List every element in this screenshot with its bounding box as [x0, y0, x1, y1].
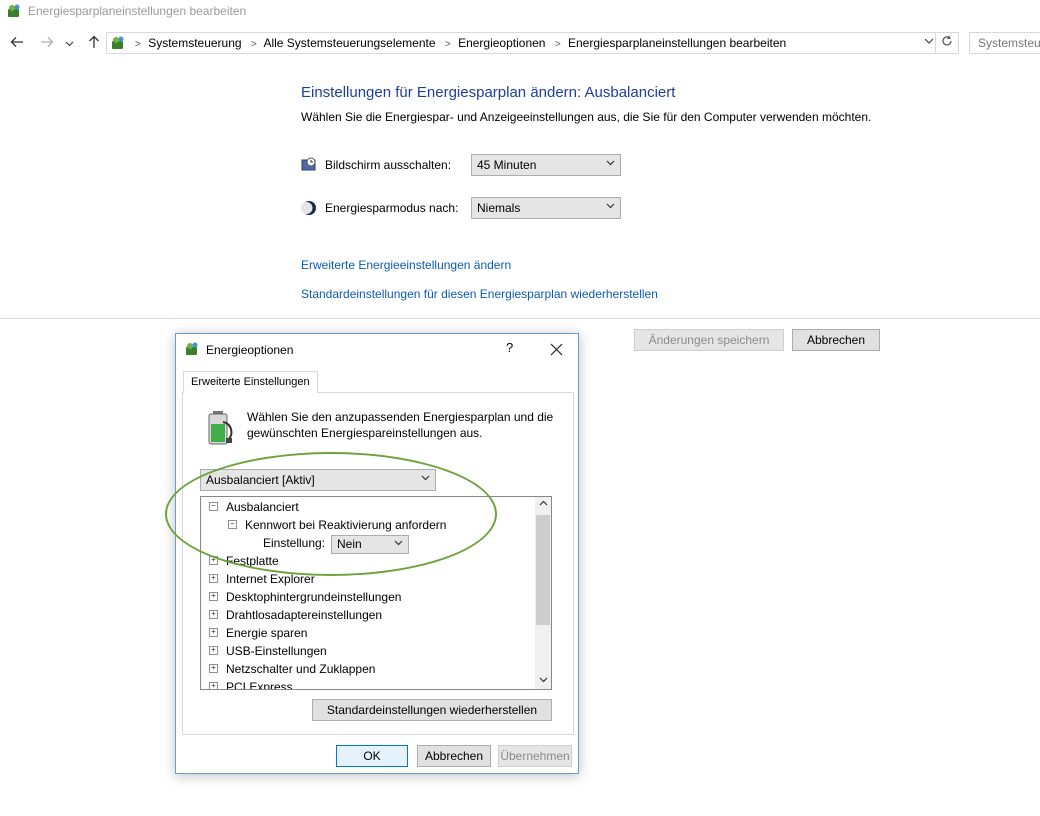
expand-icon[interactable]: + [209, 610, 218, 620]
tree-item-desktophintergrund[interactable]: + Desktophintergrundeinstellungen [209, 588, 401, 606]
divider [0, 318, 1040, 319]
tree-item-ausbalanciert[interactable]: − Ausbalanciert [209, 498, 299, 516]
apply-button[interactable]: Übernehmen [498, 745, 572, 767]
address-dropdown-button[interactable] [924, 33, 934, 53]
display-off-select[interactable]: 45 Minuten [471, 154, 621, 176]
monitor-clock-icon [301, 157, 316, 171]
tree-item-netzschalter[interactable]: + Netzschalter und Zuklappen [209, 660, 375, 678]
chevron-down-icon [421, 470, 430, 490]
arrow-up-icon [89, 35, 99, 48]
help-button[interactable]: ? [506, 340, 513, 355]
control-panel-icon [8, 4, 20, 17]
tree-item-kennwort[interactable]: − Kennwort bei Reaktivierung anfordern [228, 516, 446, 534]
breadcrumb-separator: > [135, 39, 141, 50]
tree-item-label: USB-Einstellungen [226, 644, 327, 658]
control-panel-icon [112, 36, 124, 49]
setting-value: Nein [337, 537, 362, 551]
breadcrumb-plan-bearbeiten[interactable]: Energiesparplaneinstellungen bearbeiten [568, 36, 786, 50]
setting-select[interactable]: Nein [331, 535, 409, 554]
tree-item-label: Netzschalter und Zuklappen [226, 662, 376, 676]
chevron-down-icon [65, 41, 73, 47]
tree-item-label: Ausbalanciert [226, 500, 299, 514]
chevron-down-icon [606, 198, 615, 218]
power-options-icon [186, 342, 198, 355]
breadcrumb-energieoptionen[interactable]: Energieoptionen [458, 36, 545, 50]
tree-item-festplatte[interactable]: + Festplatte [209, 552, 279, 570]
chevron-down-icon [606, 155, 615, 175]
tree-item-label: Internet Explorer [226, 572, 315, 586]
expand-icon[interactable]: + [209, 682, 218, 689]
display-off-value: 45 Minuten [477, 158, 537, 172]
tree-item-pci-express[interactable]: + PCI Express [209, 678, 293, 690]
dialog-cancel-button[interactable]: Abbrechen [417, 745, 491, 767]
close-icon [550, 343, 562, 356]
tree-item-usb[interactable]: + USB-Einstellungen [209, 642, 327, 660]
breadcrumb-separator: > [250, 39, 257, 50]
tree-item-label: Drahtlosadaptereinstellungen [226, 608, 383, 622]
breadcrumb: > Systemsteuerung > Alle Systemsteuerung… [133, 33, 790, 53]
scroll-down-button[interactable] [535, 673, 551, 689]
power-plan-value: Ausbalanciert [Aktiv] [206, 473, 315, 487]
page-title: Einstellungen für Energiesparplan ändern… [301, 84, 676, 101]
chevron-down-icon [924, 38, 934, 44]
ok-button[interactable]: OK [336, 745, 408, 767]
back-button[interactable] [8, 35, 26, 53]
sleep-select[interactable]: Niemals [471, 197, 621, 219]
display-off-label: Bildschirm ausschalten: [325, 158, 452, 172]
collapse-icon[interactable]: − [228, 520, 237, 530]
tree-item-label: Desktophintergrundeinstellungen [226, 590, 402, 604]
tree-item-label: Kennwort bei Reaktivierung anfordern [245, 518, 447, 532]
power-options-dialog: Energieoptionen ? Erweiterte Einstellung… [175, 333, 579, 774]
restore-defaults-button[interactable]: Standardeinstellungen wiederherstellen [312, 699, 552, 721]
tree-scrollbar[interactable] [535, 497, 551, 689]
breadcrumb-separator: > [444, 39, 451, 50]
expand-icon[interactable]: + [209, 592, 218, 602]
advanced-settings-link[interactable]: Erweiterte Energieeinstellungen ändern [301, 258, 511, 272]
expand-icon[interactable]: + [209, 574, 218, 584]
scroll-up-button[interactable] [535, 497, 551, 513]
save-changes-button[interactable]: Änderungen speichern [634, 329, 784, 351]
breadcrumb-separator: > [554, 39, 561, 50]
expand-icon[interactable]: + [209, 556, 218, 566]
tree-item-label: PCI Express [226, 680, 293, 690]
dialog-title: Energieoptionen [206, 343, 294, 357]
tree-item-label: Festplatte [226, 554, 279, 568]
sleep-value: Niemals [477, 201, 521, 215]
search-input[interactable]: Systemsteuerung durchsuchen [969, 32, 1040, 54]
refresh-icon [942, 35, 952, 46]
refresh-button[interactable] [935, 33, 958, 53]
chevron-down-icon [394, 536, 403, 553]
tab-advanced-settings[interactable]: Erweiterte Einstellungen [183, 371, 318, 393]
tree-item-energie-sparen[interactable]: + Energie sparen [209, 624, 307, 642]
forward-button[interactable] [38, 35, 56, 53]
breadcrumb-systemsteuerung[interactable]: Systemsteuerung [148, 36, 241, 50]
tree-item-internet-explorer[interactable]: + Internet Explorer [209, 570, 315, 588]
window-title: Energiesparplaneinstellungen bearbeiten [28, 4, 247, 18]
address-bar[interactable]: > Systemsteuerung > Alle Systemsteuerung… [106, 32, 959, 54]
expand-icon[interactable]: + [209, 664, 218, 674]
expand-icon[interactable]: + [209, 646, 218, 656]
scrollbar-thumb[interactable] [536, 515, 550, 625]
recent-locations-button[interactable] [62, 35, 76, 53]
moon-sleep-icon [301, 201, 316, 215]
arrow-right-icon [41, 37, 54, 47]
page-description: Wählen Sie die Energiespar- und Anzeigee… [301, 110, 872, 124]
title-bar: Energiesparplaneinstellungen bearbeiten [0, 0, 1040, 24]
setting-label: Einstellung: [263, 536, 326, 550]
close-button[interactable] [546, 337, 566, 361]
arrow-left-icon [10, 37, 23, 47]
tree-item-drahtlosadapter[interactable]: + Drahtlosadaptereinstellungen [209, 606, 382, 624]
battery-plan-icon [208, 411, 233, 445]
restore-defaults-link[interactable]: Standardeinstellungen für diesen Energie… [301, 287, 658, 301]
expand-icon[interactable]: + [209, 628, 218, 638]
power-plan-select[interactable]: Ausbalanciert [Aktiv] [200, 469, 436, 491]
dialog-description: Wählen Sie den anzupassenden Energiespar… [247, 410, 554, 440]
cancel-button[interactable]: Abbrechen [792, 329, 880, 351]
sleep-label: Energiesparmodus nach: [325, 201, 459, 215]
tree-item-label: Energie sparen [226, 626, 308, 640]
breadcrumb-alle-elemente[interactable]: Alle Systemsteuerungselemente [263, 36, 435, 50]
settings-tree[interactable]: − Ausbalanciert − Kennwort bei Reaktivieru… [200, 496, 552, 690]
collapse-icon[interactable]: − [209, 502, 218, 512]
up-button[interactable] [85, 35, 103, 53]
